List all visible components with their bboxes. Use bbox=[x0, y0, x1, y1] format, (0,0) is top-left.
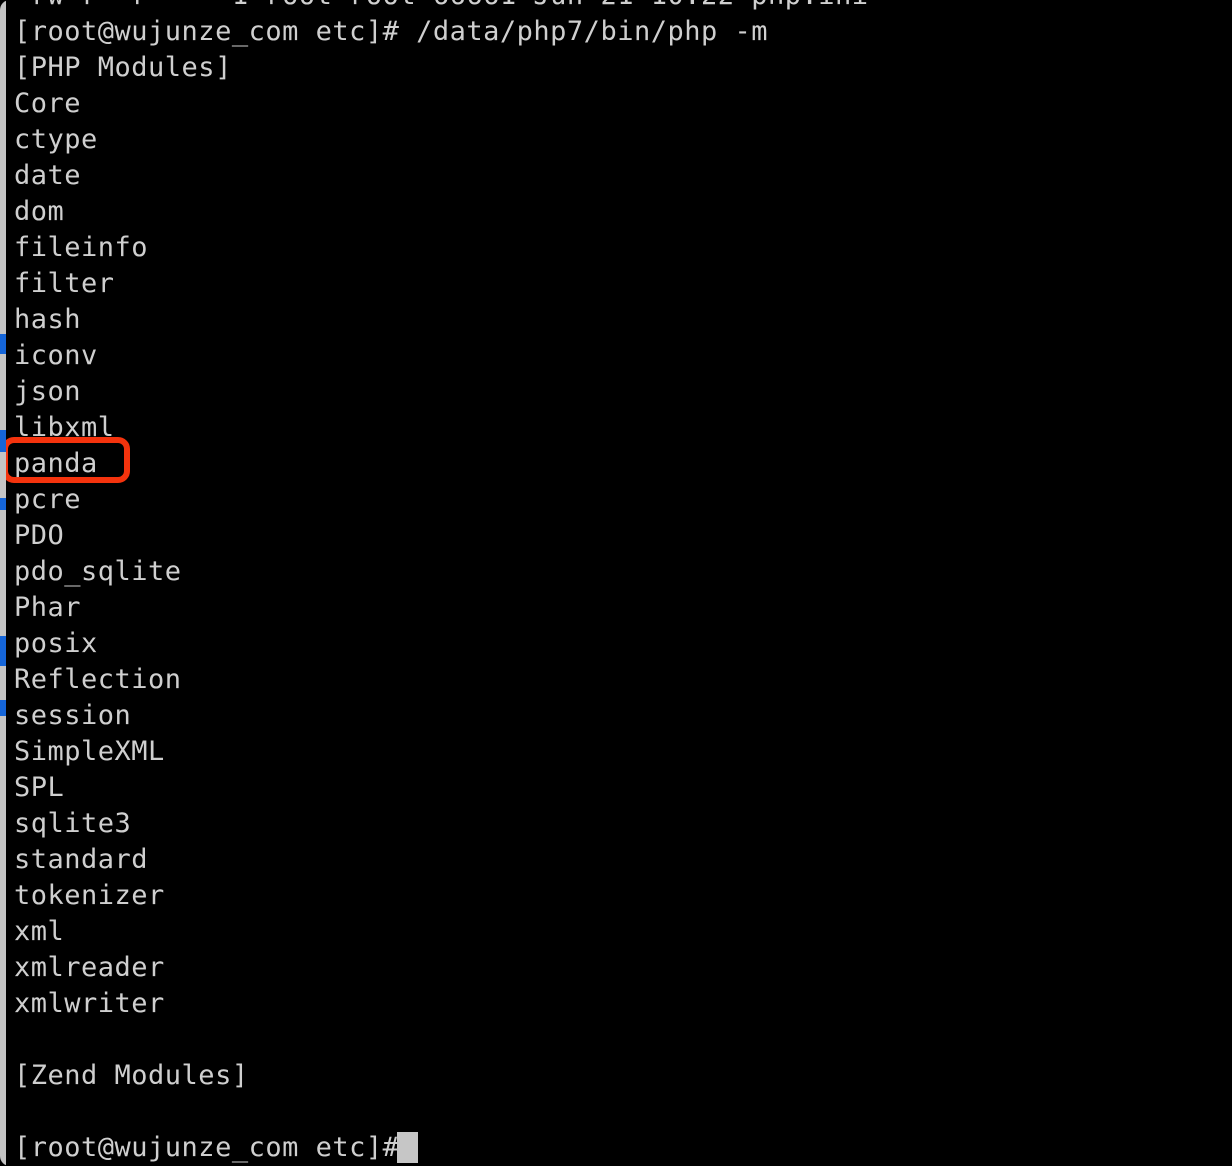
terminal-line-module-tokenizer: tokenizer bbox=[14, 880, 165, 911]
terminal-line-module-sqlite3: sqlite3 bbox=[14, 808, 132, 839]
terminal-line-module-phar: Phar bbox=[14, 592, 82, 623]
terminal-line-module-filter: filter bbox=[14, 268, 115, 299]
scrollbar-tick[interactable] bbox=[0, 498, 6, 510]
terminal-line-module-xmlreader: xmlreader bbox=[14, 952, 165, 983]
terminal-line-module-posix: posix bbox=[14, 628, 98, 659]
terminal-line-module-session: session bbox=[14, 700, 132, 731]
terminal-line-module-date: date bbox=[14, 160, 82, 191]
scrollbar-tick[interactable] bbox=[0, 430, 6, 452]
terminal-cursor bbox=[397, 1132, 418, 1163]
terminal-line-module-reflection: Reflection bbox=[14, 664, 182, 695]
terminal-screen[interactable]: -rw-r--r-- 1 root root 66661 Jun 21 10:2… bbox=[0, 0, 1232, 1166]
terminal-line-command: [root@wujunze_com etc]# /data/php7/bin/p… bbox=[14, 16, 768, 47]
scrollbar-tick[interactable] bbox=[0, 700, 6, 716]
terminal-line-module-hash: hash bbox=[14, 304, 82, 335]
terminal-line-module-simplexml: SimpleXML bbox=[14, 736, 165, 767]
terminal-line-module-json: json bbox=[14, 376, 82, 407]
terminal-line-partial-ls-output: -rw-r--r-- 1 root root 66661 Jun 21 10:2… bbox=[14, 0, 869, 14]
terminal-window[interactable]: -rw-r--r-- 1 root root 66661 Jun 21 10:2… bbox=[0, 0, 1232, 1166]
terminal-line-module-fileinfo: fileinfo bbox=[14, 232, 149, 263]
scrollbar-gutter[interactable] bbox=[0, 0, 6, 1166]
terminal-line-prompt: [root@wujunze_com etc]# bbox=[14, 1132, 417, 1163]
terminal-line-module-pdo: PDO bbox=[14, 520, 65, 551]
terminal-line-zend-modules-header: [Zend Modules] bbox=[14, 1060, 249, 1091]
terminal-line-php-modules-header: [PHP Modules] bbox=[14, 52, 232, 83]
scrollbar-tick[interactable] bbox=[0, 636, 6, 666]
terminal-line-module-iconv: iconv bbox=[14, 340, 98, 371]
panda-highlight-annotation bbox=[2, 437, 130, 483]
terminal-line-module-xml: xml bbox=[14, 916, 65, 947]
terminal-line-module-ctype: ctype bbox=[14, 124, 98, 155]
scrollbar-tick[interactable] bbox=[0, 334, 6, 354]
terminal-line-module-core: Core bbox=[14, 88, 82, 119]
terminal-line-module-spl: SPL bbox=[14, 772, 65, 803]
terminal-line-module-standard: standard bbox=[14, 844, 149, 875]
terminal-line-module-pdo-sqlite: pdo_sqlite bbox=[14, 556, 182, 587]
terminal-line-module-xmlwriter: xmlwriter bbox=[14, 988, 165, 1019]
terminal-line-module-dom: dom bbox=[14, 196, 65, 227]
terminal-line-module-pcre: pcre bbox=[14, 484, 82, 515]
